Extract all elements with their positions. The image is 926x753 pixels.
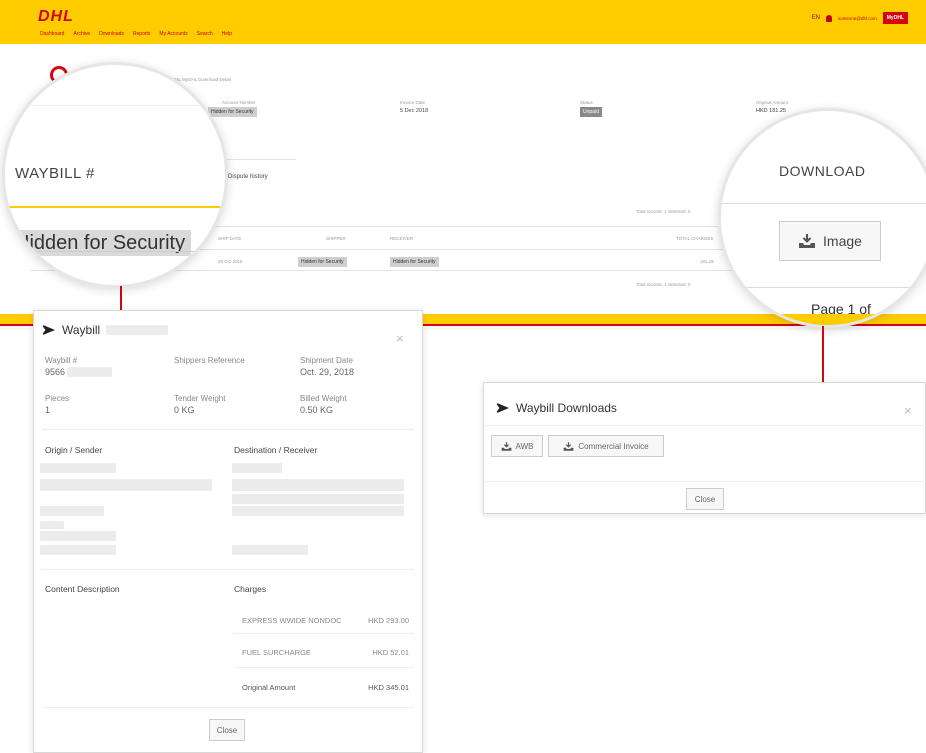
dispute-history-tab[interactable]: Dispute history (228, 174, 268, 180)
language-switch[interactable]: EN (812, 15, 820, 21)
image-download-button[interactable]: Image (779, 221, 881, 261)
screenshot-stage: DHL Dashboard Archive Downloads Reports … (0, 0, 926, 753)
commercial-invoice-label: Commercial Invoice (578, 441, 649, 451)
connector-left (120, 286, 122, 310)
original-amount-label: Original Amount (756, 100, 789, 105)
col-receiver: RECEIVER (390, 236, 414, 241)
main-nav: Dashboard Archive Downloads Reports My A… (40, 31, 232, 37)
downloads-modal-title: Waybill Downloads (496, 401, 617, 415)
breadcrumb-note: DHL MyDHL Download Detail (172, 77, 231, 82)
pieces-value: 1 (45, 405, 51, 415)
downloads-title-text: Waybill Downloads (516, 401, 617, 415)
waybill-column-header: WAYBILL # (15, 165, 95, 182)
commercial-invoice-download-button[interactable]: Commercial Invoice (548, 435, 664, 457)
status-label: Status (580, 100, 593, 105)
pieces-label: Pieces (45, 394, 70, 403)
magnifier-waybill-column: WAYBILL # Hidden for Security (2, 62, 228, 288)
mydhl-button[interactable]: MyDHL (882, 12, 908, 24)
content-description-heading: Content Description (45, 584, 120, 594)
awb-download-button[interactable]: AWB (491, 435, 543, 457)
plane-icon (496, 403, 509, 413)
charge-fuel-label: FUEL SURCHARGE (242, 648, 311, 657)
waybill-cell-hidden[interactable]: Hidden for Security (5, 230, 192, 256)
nav-archive[interactable]: Archive (73, 31, 90, 37)
plane-icon (42, 325, 55, 335)
row-total: 181.25 (700, 259, 714, 264)
row-receiver: Hidden for Security (390, 257, 439, 267)
charges-heading: Charges (234, 584, 267, 594)
user-icon (825, 14, 832, 22)
nav-dashboard[interactable]: Dashboard (40, 31, 64, 37)
waybill-modal: Waybill × Waybill # 9566 Shippers Refere… (33, 310, 423, 753)
destination-receiver-heading: Destination / Receiver (234, 445, 318, 455)
download-icon (799, 234, 816, 248)
waybill-modal-title: Waybill (42, 323, 169, 337)
close-icon[interactable]: × (396, 331, 404, 346)
col-total-charges: TOTAL CHARGES (676, 236, 714, 241)
waybill-title-text: Waybill (62, 323, 101, 337)
charge-express-value: HKD 293.00 (368, 616, 409, 625)
top-bar: DHL Dashboard Archive Downloads Reports … (0, 0, 926, 44)
dhl-logo: DHL (38, 8, 74, 25)
row-ship-date: 29 Oct 2018 (218, 259, 243, 264)
original-amount-total-label: Original Amount (242, 683, 296, 692)
charge-fuel-value: HKD 52.01 (372, 648, 409, 657)
awb-label: AWB (515, 441, 534, 451)
original-amount-total-value: HKD 345.01 (368, 683, 409, 692)
waybill-close-button[interactable]: Close (209, 719, 245, 741)
waybill-downloads-modal: Waybill Downloads × AWB Commercial Invoi… (483, 382, 926, 514)
tender-weight-label: Tender Weight (174, 394, 226, 403)
magnifier-download-column: DOWNLOAD Image Page 1 of (718, 108, 926, 328)
top-right-tools: EN someone@dhl.com MyDHL (812, 12, 908, 24)
table-meta-top: Total records: 1 Selected: 0 (636, 209, 691, 214)
invoice-date-value: 5 Dec 2018 (400, 108, 429, 114)
col-ship-date: SHIP DATE (218, 236, 242, 241)
nav-reports[interactable]: Reports (133, 31, 151, 37)
image-button-label: Image (823, 233, 862, 249)
downloads-close-button[interactable]: Close (686, 488, 724, 510)
nav-my-accounts[interactable]: My Accounts (159, 31, 187, 37)
nav-downloads[interactable]: Downloads (99, 31, 124, 37)
table-meta-bottom: Total records: 1 Selected: 0 (636, 282, 691, 287)
nav-search[interactable]: Search (197, 31, 213, 37)
download-icon (563, 441, 574, 451)
user-email[interactable]: someone@dhl.com (838, 16, 877, 21)
header-yellow-rule (5, 206, 225, 208)
row-shipper: Hidden for Security (298, 257, 347, 267)
col-shipper: SHIPPER (326, 236, 346, 241)
close-icon[interactable]: × (904, 403, 912, 418)
account-number-label: Account Number (222, 100, 256, 105)
nav-help[interactable]: Help (222, 31, 232, 37)
connector-right (822, 326, 824, 382)
status-badge: Unpaid (580, 107, 602, 117)
shippers-reference-label: Shippers Reference (174, 356, 245, 365)
billed-weight-label: Billed Weight (300, 394, 347, 403)
charge-express-label: EXPRESS WWIDE NONDOC (242, 616, 342, 625)
waybill-number-value: 9566 (45, 367, 66, 377)
download-column-header: DOWNLOAD (779, 163, 866, 179)
download-icon (501, 441, 511, 451)
tender-weight-value: 0 KG (174, 405, 195, 415)
waybill-number-redacted (106, 325, 169, 335)
shipment-date-label: Shipment Date (300, 356, 353, 365)
origin-sender-heading: Origin / Sender (45, 445, 103, 455)
waybill-number-label: Waybill # (45, 356, 78, 365)
billed-weight-value: 0.50 KG (300, 405, 334, 415)
shipment-date-value: Oct. 29, 2018 (300, 367, 355, 377)
invoice-date-label: Invoice Date (400, 100, 426, 105)
original-amount-value: HKD 181.25 (756, 108, 786, 114)
account-number-value: Hidden for Security (208, 107, 257, 117)
